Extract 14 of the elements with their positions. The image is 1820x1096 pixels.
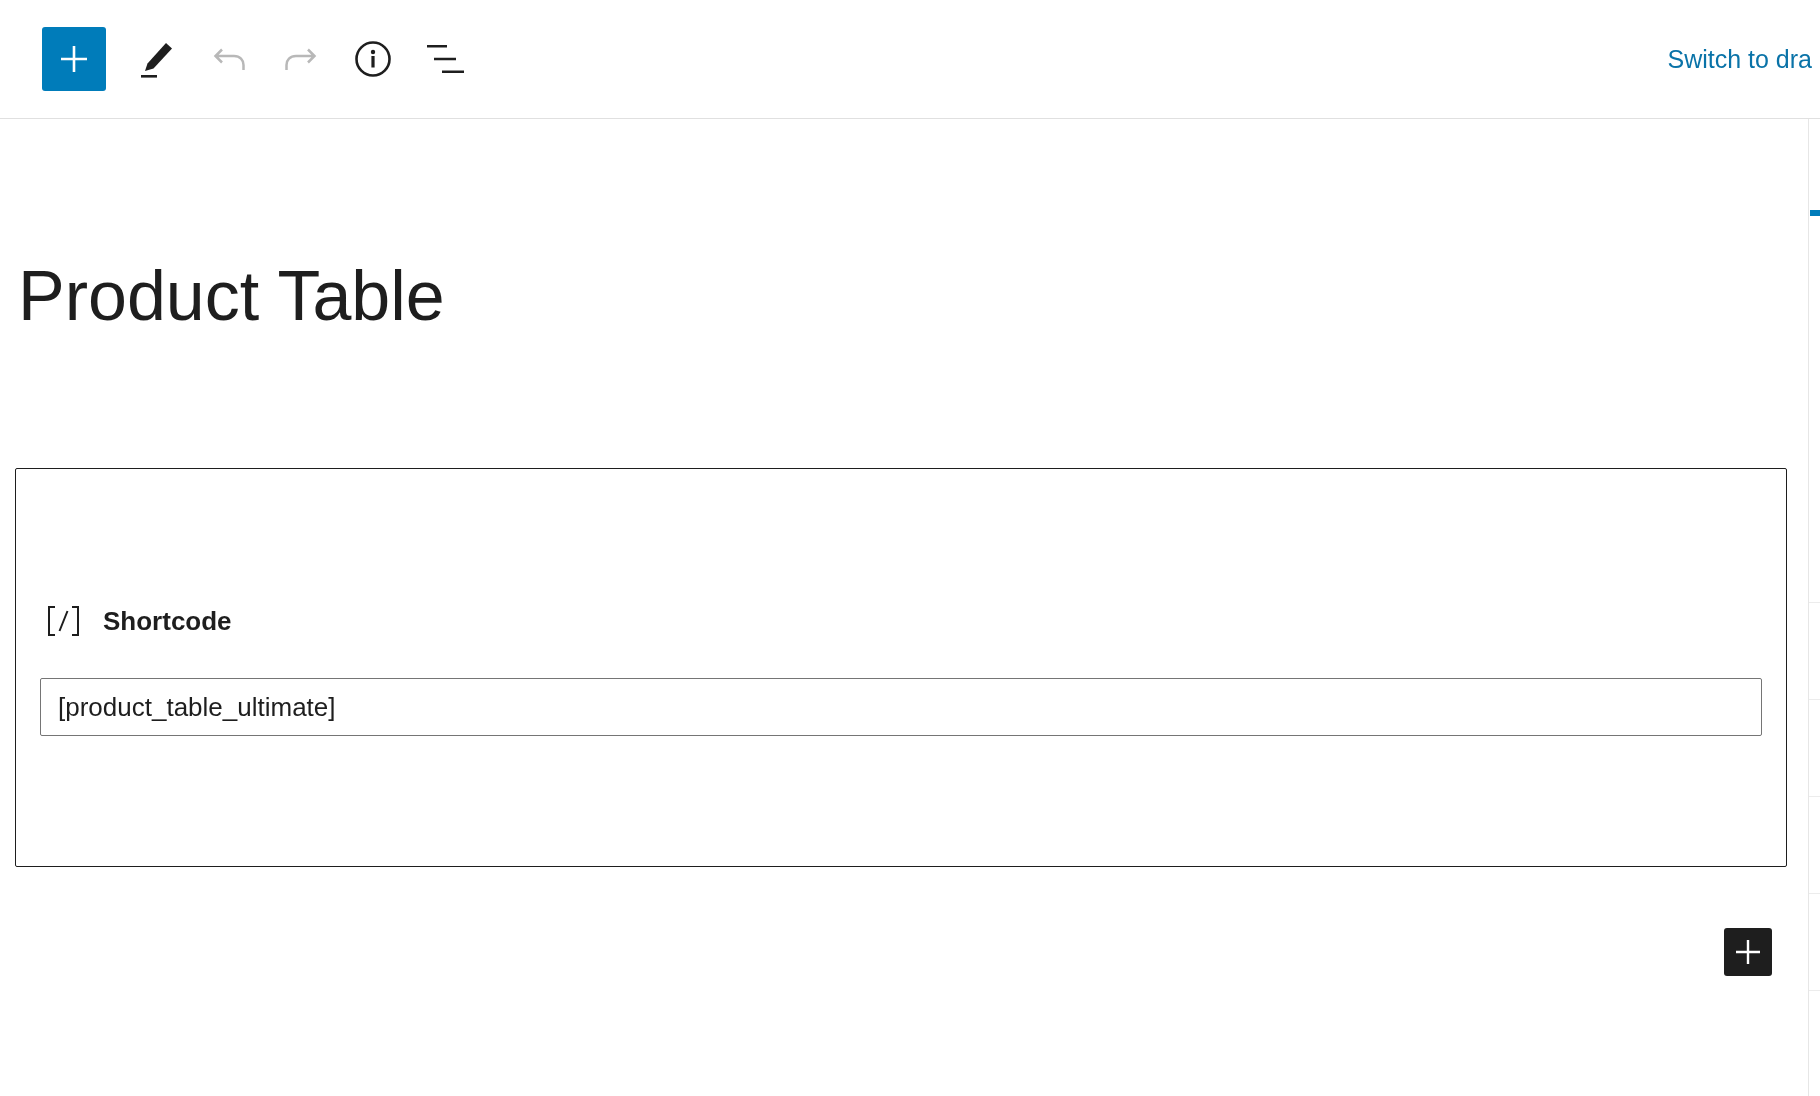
plus-icon	[1736, 940, 1760, 964]
tab-indicator	[1810, 210, 1820, 216]
shortcode-icon	[47, 606, 80, 636]
post-title[interactable]: Product Table	[18, 254, 1808, 338]
list-icon	[426, 45, 464, 73]
pencil-icon	[141, 40, 173, 78]
switch-link[interactable]: Switch to dra	[1667, 44, 1812, 74]
shortcode-input[interactable]: [product_table_ultimate]	[40, 678, 1762, 736]
info-icon	[355, 41, 391, 77]
block-label: Shortcode	[103, 605, 232, 637]
add-block-button[interactable]	[1724, 928, 1772, 976]
undo-icon	[213, 48, 245, 70]
plus-icon	[61, 46, 87, 72]
redo-icon	[285, 48, 317, 70]
